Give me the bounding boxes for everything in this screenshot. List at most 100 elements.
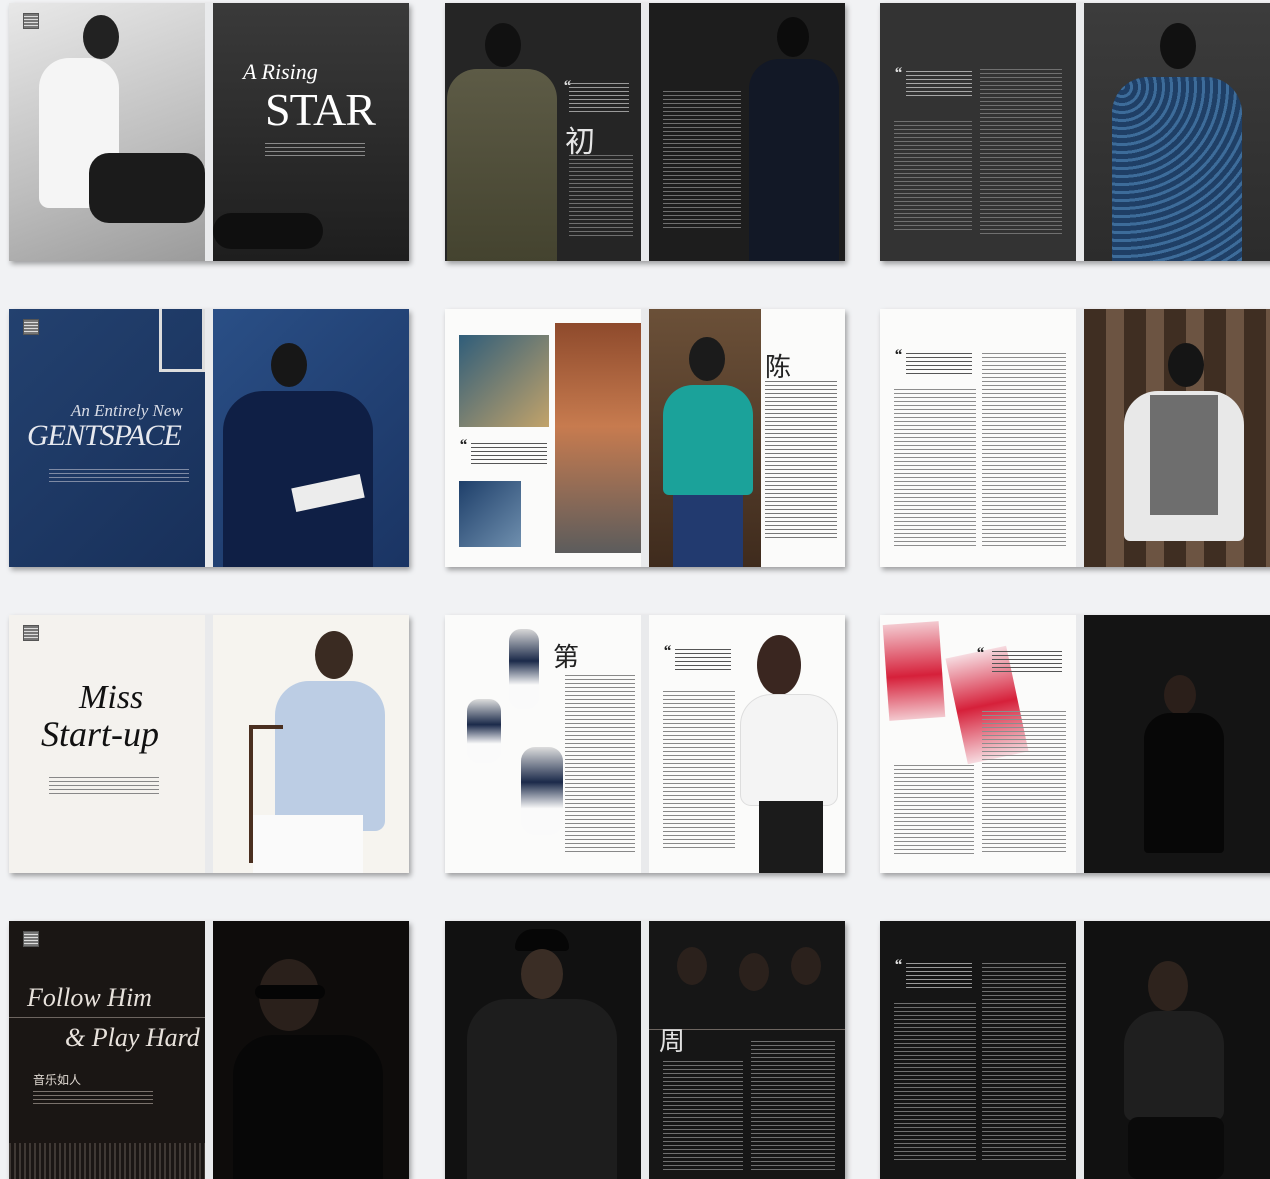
magazine-spread-6[interactable]: “ bbox=[880, 309, 1270, 567]
spread-6-right-page bbox=[1084, 309, 1270, 567]
feature-title-line2: STAR bbox=[265, 84, 376, 135]
body-text bbox=[663, 691, 735, 851]
spread-2-right-page bbox=[649, 3, 845, 261]
spread-3-right-page bbox=[1084, 3, 1270, 261]
quote-text bbox=[569, 83, 629, 113]
spread-10-left-page: Follow Him & Play Hard 音乐如人 bbox=[9, 921, 205, 1179]
feature-title-line1: A Rising bbox=[243, 59, 318, 84]
magazine-spread-11[interactable]: 周 bbox=[445, 921, 845, 1179]
quote-text bbox=[992, 651, 1062, 673]
feature-title-line2: Start-up bbox=[41, 714, 160, 754]
portrait-jacket bbox=[447, 69, 557, 261]
spread-1-right-page: A Rising STAR bbox=[213, 3, 409, 261]
quote-mark: “ bbox=[894, 65, 902, 82]
portrait-head bbox=[777, 17, 809, 57]
wall-frame bbox=[159, 309, 205, 372]
spread-9-left-page: “ bbox=[880, 615, 1076, 873]
intro-text-block bbox=[33, 1091, 153, 1107]
portrait-vest bbox=[1150, 395, 1218, 515]
spread-11-left-page bbox=[445, 921, 641, 1179]
quote-mark: “ bbox=[894, 957, 902, 974]
dropcap: 周 bbox=[659, 1027, 686, 1056]
magazine-spread-4[interactable]: An Entirely New GENTSPACE bbox=[9, 309, 409, 567]
qr-code-icon bbox=[23, 13, 39, 29]
magazine-spread-12[interactable]: “ bbox=[880, 921, 1270, 1179]
body-text bbox=[765, 381, 837, 541]
portrait-head bbox=[689, 337, 725, 381]
dropcap: 第 bbox=[553, 643, 580, 672]
portrait-head bbox=[485, 23, 521, 67]
spread-8-right-page: “ bbox=[649, 615, 845, 873]
feature-title-line1: Miss bbox=[79, 679, 144, 716]
intro-text-block bbox=[265, 143, 365, 157]
spread-5-left-page: “ bbox=[445, 309, 641, 567]
magazine-spread-9[interactable]: “ bbox=[880, 615, 1270, 873]
spread-3-left-page: “ bbox=[880, 3, 1076, 261]
soundwave-pattern bbox=[9, 1143, 205, 1179]
portrait-jacket bbox=[467, 999, 617, 1179]
body-text-col1 bbox=[894, 389, 976, 549]
body-text-col2 bbox=[982, 711, 1066, 855]
photo-card-1 bbox=[882, 621, 946, 721]
spread-7-left-page: Miss Start-up bbox=[9, 615, 205, 873]
spread-6-left-page: “ bbox=[880, 309, 1076, 567]
spread-9-right-page bbox=[1084, 615, 1270, 873]
portrait-head bbox=[521, 949, 563, 999]
portrait-shirt bbox=[1112, 77, 1242, 261]
feature-subtitle: 音乐如人 bbox=[33, 1073, 82, 1087]
body-text-col1 bbox=[894, 1003, 976, 1163]
body-text-col1 bbox=[663, 1061, 743, 1171]
photo-figure-mid bbox=[467, 699, 501, 763]
body-text bbox=[569, 155, 633, 239]
feature-title-line1: An Entirely New bbox=[71, 401, 183, 420]
body-text-col2 bbox=[982, 353, 1066, 549]
portrait-trousers bbox=[253, 815, 363, 873]
quote-text bbox=[906, 71, 972, 97]
portrait-top bbox=[741, 695, 837, 805]
qr-code-icon bbox=[23, 931, 39, 947]
portrait-legs bbox=[89, 153, 205, 223]
cap-shape bbox=[515, 929, 569, 951]
spread-12-right-page bbox=[1084, 921, 1270, 1179]
quote-mark: “ bbox=[976, 645, 984, 662]
body-text-col2 bbox=[980, 69, 1062, 237]
magazine-spread-8[interactable]: 第 “ bbox=[445, 615, 845, 873]
portrait-head-2 bbox=[739, 953, 769, 991]
body-text-col1 bbox=[894, 765, 974, 855]
spread-4-right-page bbox=[213, 309, 409, 567]
body-text-col2 bbox=[982, 963, 1066, 1163]
spread-12-left-page: “ bbox=[880, 921, 1076, 1179]
magazine-spread-1[interactable]: A Rising STAR bbox=[9, 3, 409, 261]
quote-text bbox=[471, 443, 547, 465]
spread-1-left-page bbox=[9, 3, 205, 261]
portrait-polo bbox=[663, 385, 753, 495]
magazine-spread-10[interactable]: Follow Him & Play Hard 音乐如人 bbox=[9, 921, 409, 1179]
feature-title-line1: Follow Him bbox=[27, 983, 152, 1012]
portrait-head-1 bbox=[677, 947, 707, 985]
portrait-head bbox=[1148, 961, 1188, 1011]
heartbeat-line bbox=[9, 1017, 205, 1018]
photo-bicycle bbox=[555, 323, 641, 553]
sunglasses-shape bbox=[255, 985, 325, 999]
portrait-head bbox=[1168, 343, 1204, 387]
magazine-spread-7[interactable]: Miss Start-up bbox=[9, 615, 409, 873]
quote-text bbox=[675, 649, 731, 671]
portrait-head bbox=[1160, 23, 1196, 69]
qr-code-icon bbox=[23, 625, 39, 641]
body-text-col2 bbox=[751, 1041, 835, 1171]
qr-code-icon bbox=[23, 319, 39, 335]
spread-4-left-page: An Entirely New GENTSPACE bbox=[9, 309, 205, 567]
photo-figure-bottom bbox=[521, 747, 563, 835]
magazine-spread-3[interactable]: “ bbox=[880, 3, 1270, 261]
quote-text bbox=[906, 963, 972, 989]
portrait-head bbox=[315, 631, 353, 679]
body-text-col1 bbox=[894, 121, 972, 231]
quote-text bbox=[906, 353, 972, 375]
spread-5-right-page: 陈 bbox=[649, 309, 845, 567]
portrait-head bbox=[83, 15, 119, 59]
spread-8-left-page: 第 bbox=[445, 615, 641, 873]
portrait-head bbox=[1164, 675, 1196, 715]
magazine-spread-2[interactable]: “ 初 bbox=[445, 3, 845, 261]
portrait-head bbox=[271, 343, 307, 387]
magazine-spread-5[interactable]: “ 陈 bbox=[445, 309, 845, 567]
